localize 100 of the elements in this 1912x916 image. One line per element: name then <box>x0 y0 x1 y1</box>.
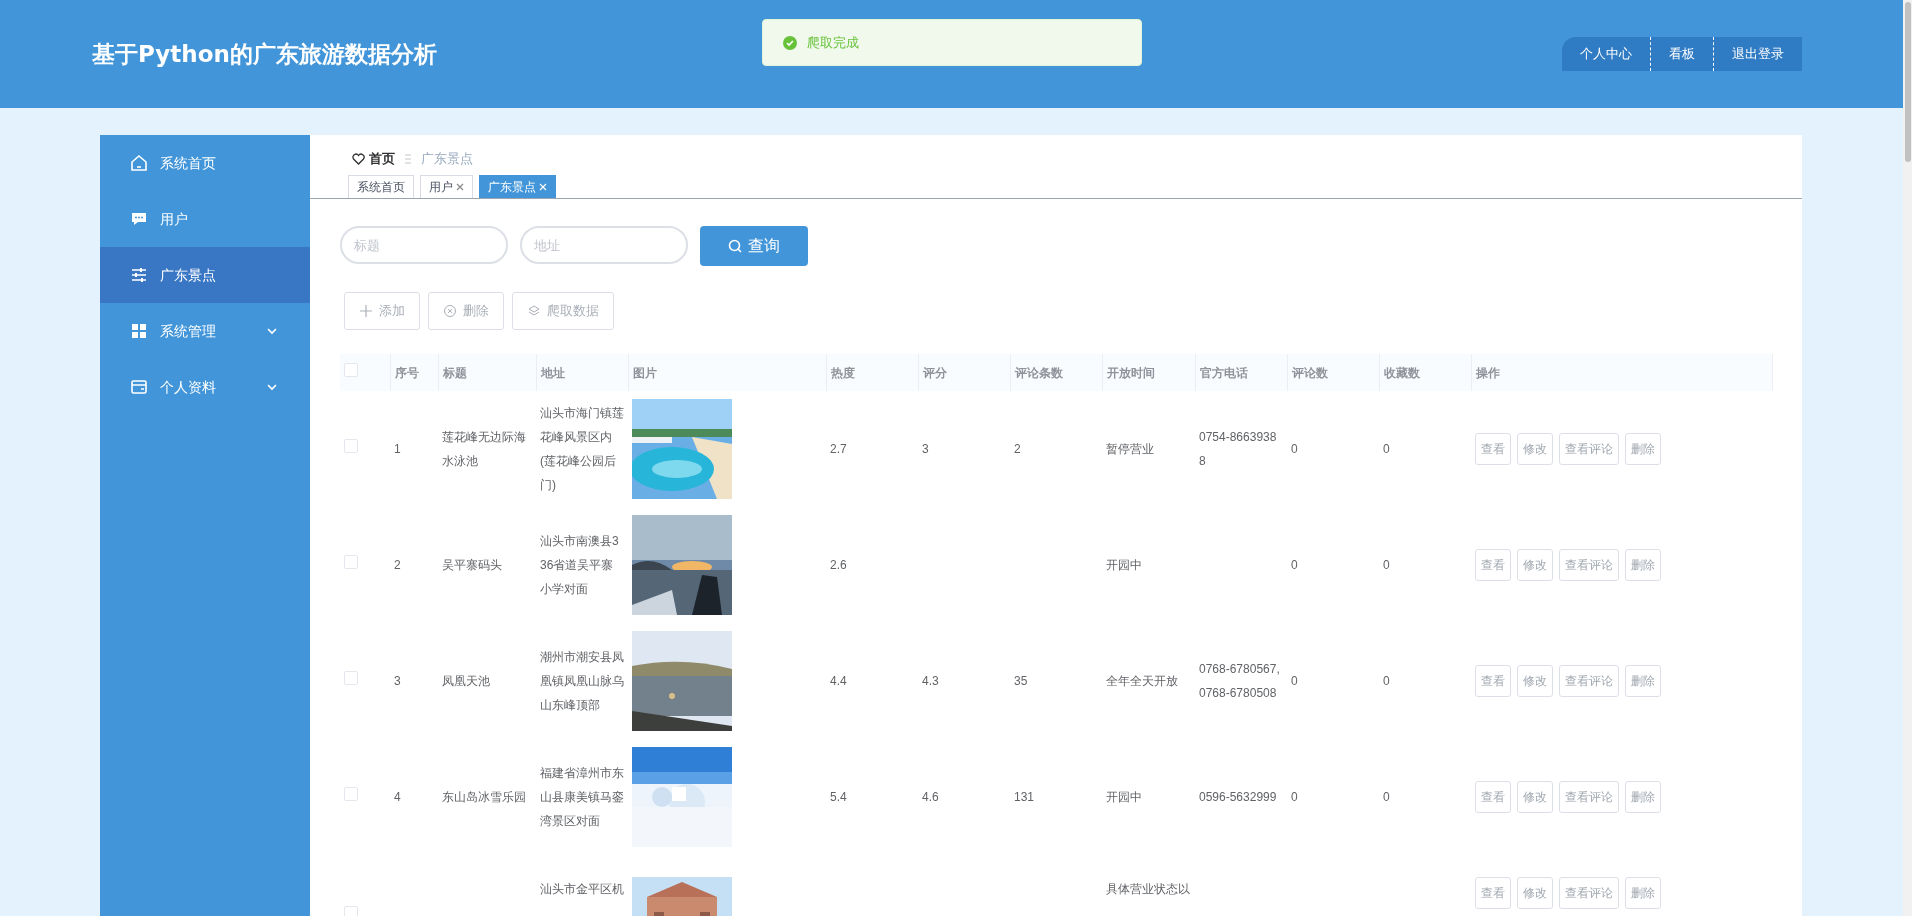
row-action-button[interactable]: 删除 <box>1625 549 1661 582</box>
row-checkbox[interactable] <box>344 439 358 454</box>
row-action-button[interactable]: 查看 <box>1475 433 1511 466</box>
row-checkbox[interactable] <box>344 906 358 916</box>
table-cell: 全年全天开放 <box>1106 674 1178 689</box>
table-cell: 0 <box>1291 558 1298 573</box>
column-header: 标题 <box>438 354 536 392</box>
sidebar-item[interactable]: 系统管理 <box>100 303 310 359</box>
column-header: 官方电话 <box>1195 354 1287 392</box>
table-cell: 0754-86639388 <box>1199 430 1277 469</box>
toast-message: 爬取完成 <box>807 33 859 52</box>
action-button[interactable]: 爬取数据 <box>512 292 614 331</box>
sidebar-item[interactable]: 广东景点 <box>100 247 310 303</box>
heart-icon <box>352 152 365 165</box>
grid-icon <box>130 322 148 340</box>
row-action-button[interactable]: 查看 <box>1475 877 1511 910</box>
nav-link[interactable]: 看板 <box>1651 37 1714 71</box>
table-cell: 莲花峰无边际海水泳池 <box>442 430 526 469</box>
table-cell: 1 <box>394 442 401 457</box>
table-cell: 汕头市金平区机 <box>540 882 624 897</box>
search-field[interactable]: 地址 <box>520 226 688 265</box>
breadcrumb-current: 广东景点 <box>421 149 473 168</box>
row-action-button[interactable]: 查看评论 <box>1559 877 1619 910</box>
row-action-button[interactable]: 查看评论 <box>1559 781 1619 814</box>
column-header: 收藏数 <box>1379 354 1471 392</box>
separator-icon <box>405 152 411 165</box>
row-action-button[interactable]: 修改 <box>1517 549 1553 582</box>
search-field[interactable]: 标题 <box>340 226 508 265</box>
row-checkbox[interactable] <box>344 555 358 570</box>
table-cell: 开园中 <box>1106 558 1142 573</box>
table-cell: 具体营业状态以 <box>1106 882 1190 897</box>
row-action-button[interactable]: 查看 <box>1475 549 1511 582</box>
breadcrumb-link[interactable]: 首页 <box>352 148 395 169</box>
row-action-button[interactable]: 删除 <box>1625 781 1661 814</box>
row-action-button[interactable]: 删除 <box>1625 877 1661 910</box>
table-cell: 4.3 <box>922 674 939 689</box>
table-cell: 4 <box>394 790 401 805</box>
row-action-button[interactable]: 修改 <box>1517 877 1553 910</box>
table-cell: 潮州市潮安县凤凰镇凤凰山脉乌山东峰顶部 <box>540 650 624 713</box>
sidebar-item[interactable]: 个人资料 <box>100 359 310 415</box>
row-checkbox[interactable] <box>344 671 358 686</box>
column-header: 开放时间 <box>1102 354 1195 392</box>
column-header: 热度 <box>826 354 918 392</box>
row-action-button[interactable]: 删除 <box>1625 433 1661 466</box>
tab[interactable]: 用户 <box>420 175 473 199</box>
table-cell: 0 <box>1291 442 1298 457</box>
table-cell: 4.6 <box>922 790 939 805</box>
row-action-button[interactable]: 修改 <box>1517 781 1553 814</box>
sidebar-item[interactable]: 系统首页 <box>100 135 310 191</box>
success-icon <box>783 35 797 50</box>
search-icon <box>728 239 742 254</box>
tab[interactable]: 广东景点 <box>479 175 556 199</box>
column-header: 操作 <box>1471 354 1772 392</box>
wallet-icon <box>130 378 148 396</box>
select-all-checkbox[interactable] <box>344 363 358 378</box>
table-cell: 5.4 <box>830 790 847 805</box>
app-title: 基于Python的广东旅游数据分析 <box>92 39 437 69</box>
table-cell: 凤凰天池 <box>442 674 490 689</box>
nav-link[interactable]: 退出登录 <box>1714 37 1802 71</box>
home-icon <box>130 154 148 172</box>
row-action-button[interactable]: 查看 <box>1475 781 1511 814</box>
table-cell: 暂停营业 <box>1106 442 1154 457</box>
row-action-button[interactable]: 查看评论 <box>1559 665 1619 698</box>
table-cell: 2 <box>394 558 401 573</box>
sidebar-item[interactable]: 用户 <box>100 191 310 247</box>
table-cell: 4.4 <box>830 674 847 689</box>
table-cell: 2 <box>1014 442 1021 457</box>
column-header: 评论条数 <box>1010 354 1102 392</box>
table-cell: 0 <box>1291 674 1298 689</box>
table-cell: 0 <box>1383 442 1390 457</box>
tab[interactable]: 系统首页 <box>348 175 414 199</box>
nav-link[interactable]: 个人中心 <box>1562 37 1651 71</box>
row-action-button[interactable]: 查看评论 <box>1559 433 1619 466</box>
row-checkbox[interactable] <box>344 787 358 802</box>
row-action-button[interactable]: 查看评论 <box>1559 549 1619 582</box>
table-cell: 福建省漳州市东山县康美镇马銮湾景区对面 <box>540 766 624 829</box>
chat-icon <box>130 210 148 228</box>
row-action-button[interactable]: 删除 <box>1625 665 1661 698</box>
table-cell: 东山岛冰雪乐园 <box>442 790 526 805</box>
row-action-button[interactable]: 查看 <box>1475 665 1511 698</box>
table-cell: 吴平寨码头 <box>442 558 502 573</box>
table-cell: 汕头市海门镇莲花峰风景区内(莲花峰公园后门) <box>540 406 624 493</box>
search-button[interactable]: 查询 <box>700 226 808 267</box>
column-header: 地址 <box>536 354 628 392</box>
action-button[interactable]: 添加 <box>344 292 420 331</box>
row-action-button[interactable]: 修改 <box>1517 433 1553 466</box>
plus-icon <box>359 304 373 319</box>
table-cell: 0 <box>1291 790 1298 805</box>
table-cell: 汕头市南澳县336省道吴平寨小学对面 <box>540 534 619 597</box>
scrollbar[interactable] <box>1903 0 1912 916</box>
table-cell: 0596-5632999 <box>1199 790 1277 805</box>
row-action-button[interactable]: 修改 <box>1517 665 1553 698</box>
table-cell: 0 <box>1383 558 1390 573</box>
column-header: 评论数 <box>1287 354 1379 392</box>
action-button[interactable]: 删除 <box>428 292 504 331</box>
table-cell: 2.6 <box>830 558 847 573</box>
table-cell: 开园中 <box>1106 790 1142 805</box>
table-cell: 131 <box>1014 790 1035 805</box>
column-header: 序号 <box>390 354 438 392</box>
column-header: 图片 <box>628 354 826 392</box>
